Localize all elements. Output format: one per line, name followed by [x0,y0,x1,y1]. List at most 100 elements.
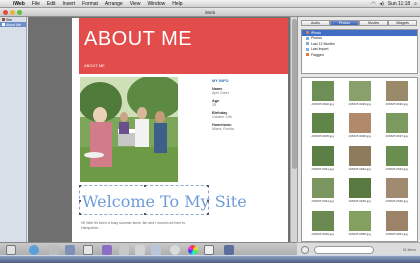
title-bar[interactable]: iWeb [0,8,420,17]
welcome-heading[interactable]: Welcome To My Site [82,192,247,211]
resize-handle[interactable] [79,185,81,187]
media-tabs: Audio Photos Movies Widgets [301,20,417,26]
globe-icon [28,245,39,255]
menu-extras: ◠ ◂) Sun 11:18 ⌕ [371,1,417,7]
resize-handle[interactable] [79,200,81,202]
adjust-icon [151,245,162,255]
tab-photos[interactable]: Photos [330,20,359,26]
thumbnail-label: JUNMT-0042.jpg [348,166,371,171]
minimize-button[interactable] [10,10,15,15]
zoom-button[interactable] [17,10,22,15]
menu-format[interactable]: Format [82,1,98,7]
apple-icon[interactable] [3,1,8,7]
photo-thumbnail[interactable]: JUNMT-0037.jpg [379,113,414,140]
info-value-age: 28 [212,103,216,107]
thumbnail-label: JUNMT-0049.jpg [311,231,334,236]
plus-icon [5,245,16,255]
wifi-icon[interactable]: ◠ [371,1,375,7]
shapes-icon [102,245,113,255]
photo-thumbnail[interactable]: JUNMT-0049.jpg [305,210,340,238]
spotlight-icon[interactable]: ⌕ [414,1,417,7]
resize-handle[interactable] [207,185,209,187]
volume-icon[interactable]: ◂) [380,1,384,7]
import-icon [306,47,309,51]
theme-icon [65,245,76,255]
canvas-scrollbar[interactable] [290,17,297,242]
welcome-text-box[interactable]: Welcome To My Site [79,185,247,215]
photo-thumbnail[interactable]: JUNMT-0035.jpg [305,113,340,140]
party-photo[interactable] [80,77,178,182]
flag-icon [306,53,309,57]
thumbnail-label: JUNMT-0035.jpg [311,134,334,139]
photo-thumbnail[interactable]: JUNMT-0046.jpg [379,178,414,205]
menu-file[interactable]: File [32,1,40,7]
menu-bar: iWeb File Edit Insert Format Arrange Vie… [0,0,420,8]
play-button[interactable] [301,246,309,254]
media-browser: Audio Photos Movies Widgets iPhoto Photo… [297,17,420,242]
resize-handle[interactable] [144,213,146,215]
web-widgets-icon [48,245,59,255]
menu-insert[interactable]: Insert [63,1,76,7]
page-icon [2,23,5,26]
dock [0,255,420,263]
photo-source-list: iPhoto Photos Last 12 Months Last Import… [301,29,418,74]
header-band[interactable]: ABOUT ME ABOUT ME [79,18,288,74]
menu-clock[interactable]: Sun 11:18 [388,1,410,7]
menu-view[interactable]: View [130,1,141,7]
thumbnail-label: JUNMT-0043.jpg [385,166,408,171]
tab-movies[interactable]: Movies [359,20,388,26]
web-page[interactable]: ABOUT ME ABOUT ME MY INFO Name April Gre… [72,18,288,242]
source-label: Flagged [311,52,324,57]
menu-window[interactable]: Window [147,1,165,7]
thumbnail-label: JUNMT-0029.jpg [348,102,371,106]
photo-thumbnail[interactable]: JUNMT-0044.jpg [305,178,340,205]
source-label: Last 12 Months [311,41,335,46]
page-canvas[interactable]: ABOUT ME ABOUT ME MY INFO Name April Gre… [28,17,296,242]
menu-iweb[interactable]: iWeb [13,1,25,7]
menu-edit[interactable]: Edit [47,1,56,7]
photo-thumbnail[interactable]: JUNMT-0050.jpg [342,210,377,238]
page-subtitle[interactable]: ABOUT ME [84,63,105,68]
resize-handle[interactable] [144,185,146,187]
source-flagged[interactable]: Flagged [302,52,417,58]
party-photo-image [80,77,178,182]
photo-thumbnail[interactable]: JUNMT-0036.jpg [342,113,377,140]
thumbnail-label: JUNMT-0044.jpg [311,199,334,204]
body-paragraph[interactable]: Hi! Well it's been a busy summer since J… [81,221,206,231]
menu-help[interactable]: Help [172,1,182,7]
iphoto-icon [306,31,309,35]
info-icon [169,245,180,255]
thumbnail-label: JUNMT-0036.jpg [348,134,371,139]
tab-widgets[interactable]: Widgets [388,20,417,26]
photo-thumbnail[interactable]: JUNMT-0029.jpg [342,81,377,108]
color-wheel-icon [187,245,198,255]
menu-arrange[interactable]: Arrange [105,1,123,7]
photo-thumbnail[interactable]: JUNMT-0043.jpg [379,145,414,173]
page-title[interactable]: ABOUT ME [84,28,192,51]
thumbnail-label: JUNMT-0037.jpg [385,134,408,139]
photos-icon [306,36,309,40]
text-box-icon [83,245,94,255]
close-button[interactable] [3,10,8,15]
source-label: Last Import [311,47,329,52]
tab-audio[interactable]: Audio [301,20,330,26]
info-value-name: April Greer [212,91,229,95]
photo-thumbnail[interactable]: JUNMT-0042.jpg [342,145,377,173]
media-search-input[interactable] [314,246,374,254]
resize-handle[interactable] [79,213,81,215]
source-label: Photos [311,36,322,41]
thumbnail-label: JUNMT-0041.jpg [311,166,334,171]
thumbnail-label: JUNMT-0046.jpg [385,199,408,204]
resize-handle[interactable] [207,200,209,202]
info-value-birthday: October 11th [212,115,232,119]
photo-thumbnail[interactable]: JUNMT-0045.jpg [342,178,377,205]
site-item-label: Site [6,17,13,22]
page-item-about-me[interactable]: About Me [0,22,26,27]
photo-thumbnail[interactable]: JUNMT-0051.jpg [379,210,414,238]
info-heading: MY INFO [212,78,229,83]
photo-thumbnail[interactable]: JUNMT-0030.jpg [379,81,414,108]
info-block[interactable]: MY INFO Name April Greer Age 28 Birthday… [212,78,282,135]
photo-thumbnail[interactable]: JUNMT-0020.jpg [305,81,340,108]
resize-handle[interactable] [207,213,209,215]
photo-thumbnail[interactable]: JUNMT-0041.jpg [305,145,340,173]
